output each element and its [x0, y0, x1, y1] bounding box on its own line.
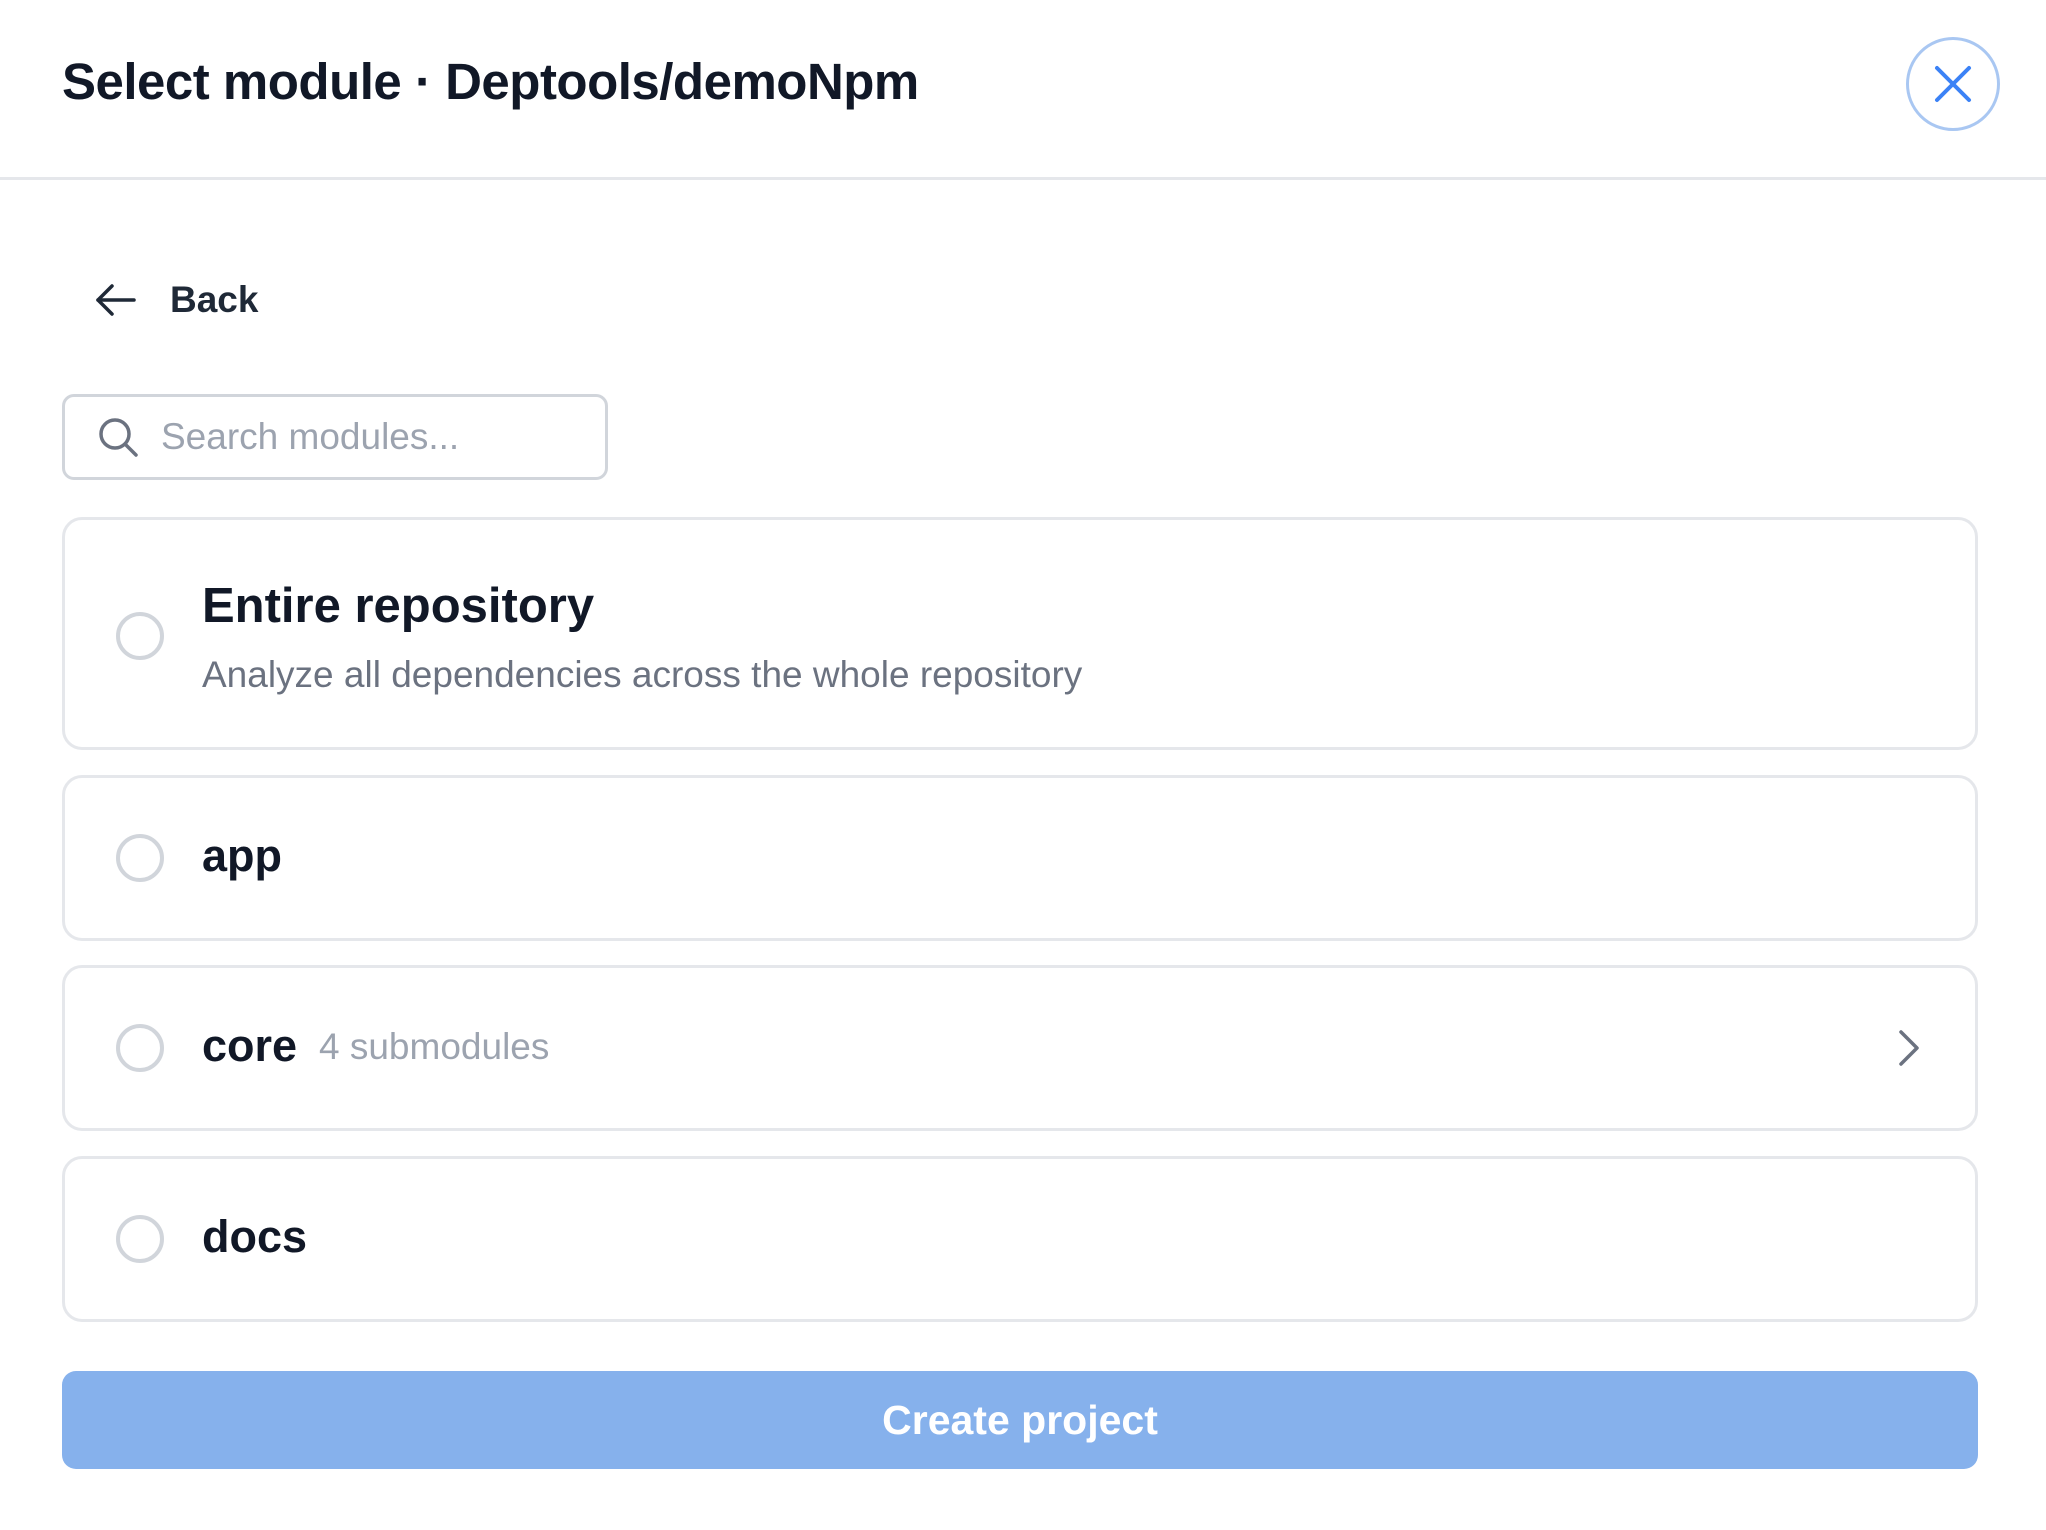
modal-header: Select module · Deptools/demoNpm — [0, 0, 2046, 180]
back-label: Back — [170, 279, 259, 320]
radio-core[interactable] — [116, 1024, 164, 1072]
option-app[interactable]: app — [62, 775, 1978, 941]
option-name: app — [202, 830, 283, 881]
submodule-count: 4 submodules — [319, 1026, 550, 1067]
search-field[interactable] — [62, 394, 608, 480]
back-button[interactable]: Back — [94, 270, 258, 330]
close-button[interactable] — [1906, 37, 2000, 131]
option-title: Entire repository — [202, 579, 595, 633]
option-core[interactable]: core 4 submodules — [62, 965, 1978, 1131]
option-name: core — [202, 1020, 298, 1071]
option-name: docs — [202, 1211, 308, 1262]
close-icon — [1933, 64, 1973, 104]
chevron-right-icon[interactable] — [1889, 1028, 1929, 1068]
option-description: Analyze all dependencies across the whol… — [202, 654, 1083, 695]
create-project-button[interactable]: Create project — [62, 1371, 1978, 1469]
option-entire-repository[interactable]: Entire repository Analyze all dependenci… — [62, 517, 1978, 750]
radio-entire-repository[interactable] — [116, 612, 164, 660]
radio-docs[interactable] — [116, 1215, 164, 1263]
radio-app[interactable] — [116, 834, 164, 882]
search-input[interactable] — [161, 416, 581, 458]
search-icon — [97, 416, 139, 458]
modal-title: Select module · Deptools/demoNpm — [62, 53, 919, 110]
option-docs[interactable]: docs — [62, 1156, 1978, 1322]
arrow-left-icon — [94, 280, 138, 320]
